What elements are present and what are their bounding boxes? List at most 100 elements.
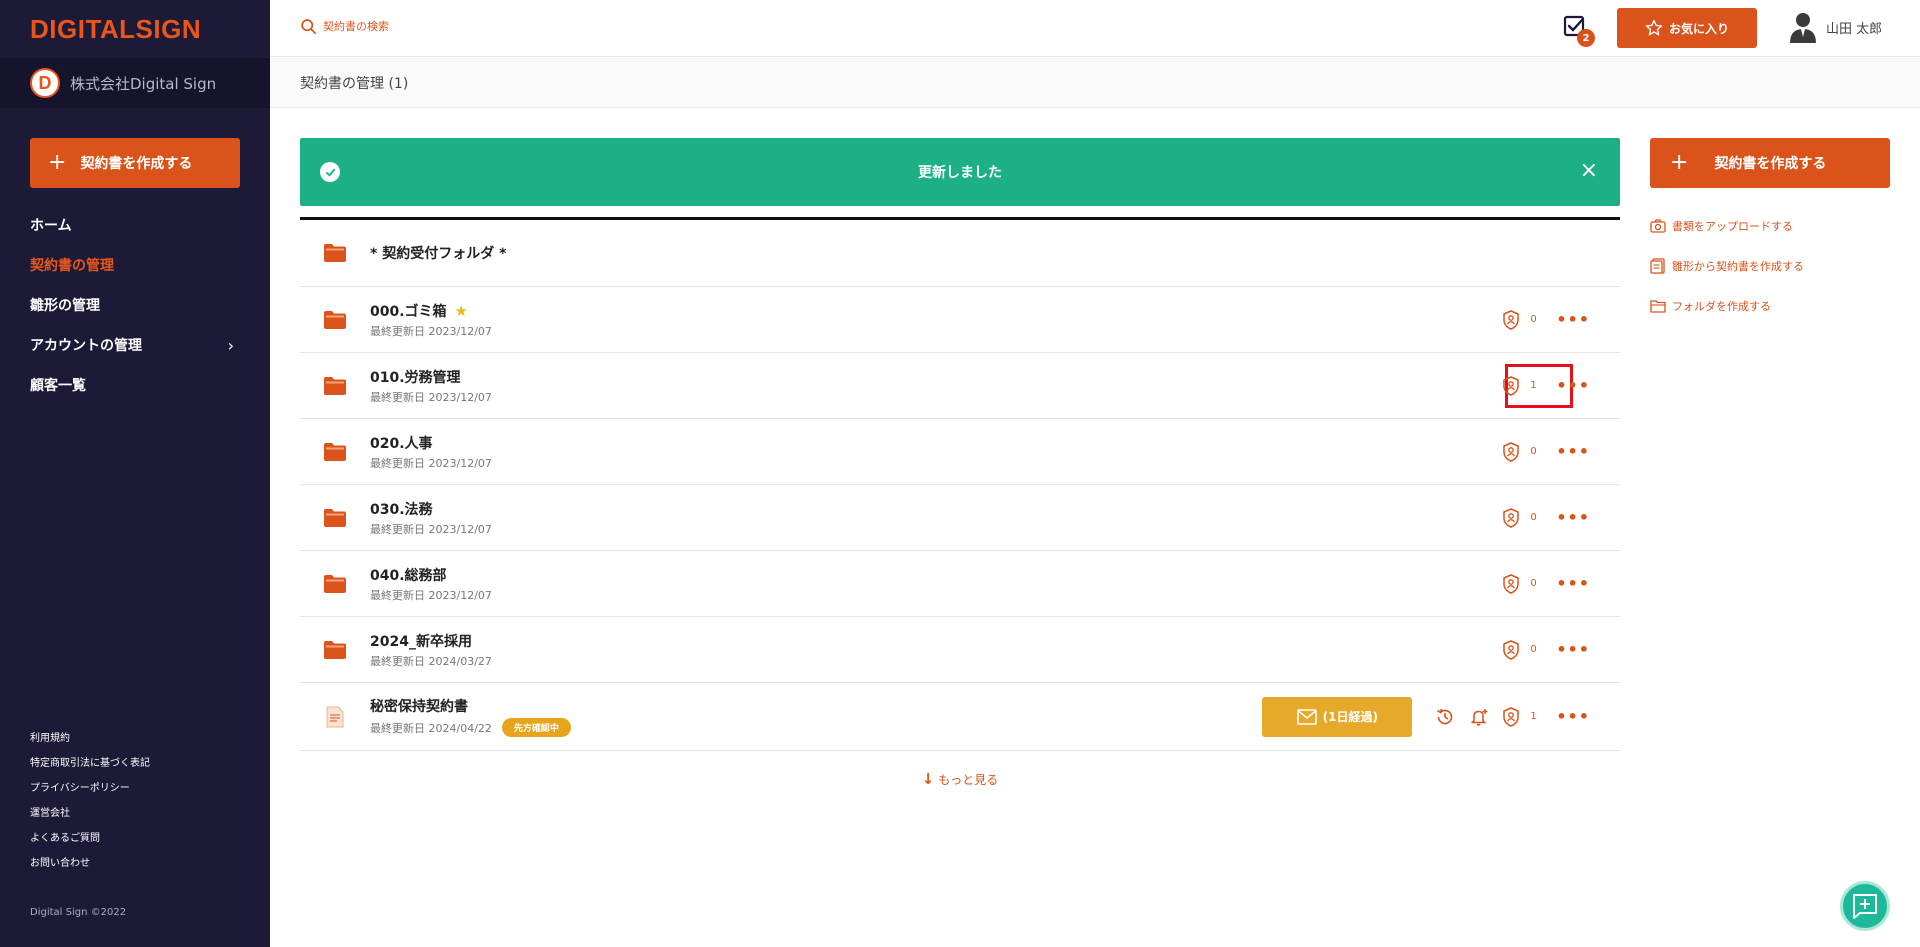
- permission-button[interactable]: 0: [1502, 573, 1538, 594]
- folder-updated-date: 最終更新日 2023/12/07: [370, 390, 492, 404]
- permission-button[interactable]: 0: [1502, 507, 1538, 528]
- folder-row[interactable]: 040.総務部 最終更新日 2023/12/07 0 •••: [300, 551, 1620, 617]
- row-actions: 0 •••: [1502, 639, 1590, 660]
- sidebar-nav: ホーム 契約書の管理 雛形の管理 アカウントの管理 › 顧客一覧: [30, 205, 240, 405]
- permission-count: 1: [1530, 711, 1537, 722]
- folder-row[interactable]: 030.法務 最終更新日 2023/12/07 0 •••: [300, 485, 1620, 551]
- favorites-button[interactable]: お気に入り: [1617, 8, 1757, 48]
- document-name: 秘密保持契約書: [370, 699, 468, 715]
- favorites-label: お気に入り: [1668, 21, 1729, 36]
- row-actions: 0 •••: [1502, 507, 1590, 528]
- folder-name: 040.総務部: [370, 565, 492, 585]
- folder-list: * 契約受付フォルダ * 000.ゴミ箱 ★ 最終更新日 2023/12/07 0…: [300, 217, 1620, 751]
- shield-user-icon: [1503, 507, 1520, 528]
- folder-row[interactable]: 2024_新卒採用 最終更新日 2024/03/27 0 •••: [300, 617, 1620, 683]
- folder-name-text: 040.総務部: [370, 567, 447, 584]
- permission-count: 0: [1530, 512, 1537, 523]
- footer-link-privacy[interactable]: プライバシーポリシー: [30, 774, 150, 799]
- document-updated-date: 最終更新日 2024/04/22: [370, 721, 492, 735]
- folder-icon: [324, 508, 346, 527]
- document-icon: [326, 706, 344, 727]
- row-text: 030.法務 最終更新日 2023/12/07: [370, 499, 492, 537]
- sidebar-item-home[interactable]: ホーム: [30, 205, 240, 245]
- more-menu-icon[interactable]: •••: [1556, 509, 1590, 526]
- search-input[interactable]: [323, 20, 623, 33]
- sidebar-item-label: ホーム: [30, 218, 72, 234]
- sidebar-item-label: 雛形の管理: [30, 298, 100, 314]
- folder-name-text: 010.労務管理: [370, 369, 461, 386]
- shield-user-icon: [1503, 309, 1520, 330]
- footer-links: 利用規約 特定商取引法に基づく表記 プライバシーポリシー 運営会社 よくあるご質…: [30, 724, 150, 874]
- more-menu-icon[interactable]: •••: [1556, 641, 1590, 658]
- row-actions: 1 •••: [1502, 375, 1590, 396]
- history-button[interactable]: [1434, 706, 1456, 728]
- chat-support-button[interactable]: [1840, 881, 1890, 931]
- document-meta: 最終更新日 2024/04/22 先方確認中: [370, 718, 571, 737]
- permission-button[interactable]: 1: [1502, 706, 1538, 727]
- shield-user-icon: [1503, 375, 1520, 396]
- breadcrumb: 契約書の管理 (1): [270, 58, 1920, 108]
- close-icon[interactable]: ×: [1580, 158, 1598, 183]
- sidebar-item-label: アカウントの管理: [30, 338, 142, 354]
- footer-link-contact[interactable]: お問い合わせ: [30, 849, 150, 874]
- sidebar-create-contract-button[interactable]: + 契約書を作成する: [30, 138, 240, 188]
- folder-row[interactable]: 010.労務管理 最終更新日 2023/12/07 1 •••: [300, 353, 1620, 419]
- footer-link-commerce-law[interactable]: 特定商取引法に基づく表記: [30, 749, 150, 774]
- more-menu-icon[interactable]: •••: [1556, 708, 1590, 725]
- folder-row[interactable]: * 契約受付フォルダ *: [300, 220, 1620, 287]
- folder-name-text: 2024_新卒採用: [370, 633, 472, 650]
- sidebar-item-accounts[interactable]: アカウントの管理 ›: [30, 325, 240, 365]
- folder-icon: [324, 442, 346, 461]
- folder-name: 010.労務管理: [370, 367, 492, 387]
- upload-document-link[interactable]: 書類をアップロードする: [1650, 206, 1804, 246]
- footer-link-company[interactable]: 運営会社: [30, 799, 150, 824]
- permission-button[interactable]: 0: [1502, 309, 1538, 330]
- sidebar-item-templates[interactable]: 雛形の管理: [30, 285, 240, 325]
- reminder-mail-button[interactable]: (1日経過): [1262, 696, 1413, 737]
- more-menu-icon[interactable]: •••: [1556, 311, 1590, 328]
- permission-button[interactable]: 0: [1502, 639, 1538, 660]
- company-switcher[interactable]: D 株式会社Digital Sign: [0, 58, 270, 108]
- show-more-link[interactable]: ↓ もっと見る: [300, 770, 1620, 788]
- folder-row[interactable]: 000.ゴミ箱 ★ 最終更新日 2023/12/07 0 •••: [300, 287, 1620, 353]
- copyright: Digital Sign ©2022: [30, 907, 127, 918]
- show-more-label: もっと見る: [938, 773, 999, 787]
- permission-count: 1: [1530, 380, 1537, 391]
- permission-button[interactable]: 0: [1502, 441, 1538, 462]
- folder-row[interactable]: 020.人事 最終更新日 2023/12/07 0 •••: [300, 419, 1620, 485]
- bell-plus-icon: [1471, 708, 1488, 726]
- sidebar-item-label: 顧客一覧: [30, 378, 86, 394]
- folder-icon: [324, 376, 346, 395]
- more-menu-icon[interactable]: •••: [1556, 377, 1590, 394]
- app-root: DIGITALSIGN D 株式会社Digital Sign + 契約書を作成す…: [0, 0, 1920, 947]
- task-list-button[interactable]: 2: [1563, 15, 1595, 47]
- more-menu-icon[interactable]: •••: [1556, 443, 1590, 460]
- create-from-template-link[interactable]: 雛形から契約書を作成する: [1650, 246, 1804, 286]
- company-avatar: D: [30, 68, 60, 98]
- create-contract-button[interactable]: + 契約書を作成する: [1650, 138, 1890, 188]
- sidebar: DIGITALSIGN D 株式会社Digital Sign + 契約書を作成す…: [0, 0, 270, 947]
- folder-icon: [324, 574, 346, 593]
- logo[interactable]: DIGITALSIGN: [30, 14, 201, 44]
- row-actions: 0 •••: [1502, 309, 1590, 330]
- footer-link-faq[interactable]: よくあるご質問: [30, 824, 150, 849]
- row-text: 2024_新卒採用 最終更新日 2024/03/27: [370, 631, 492, 669]
- user-menu[interactable]: 山田 太郎: [1788, 11, 1882, 43]
- more-menu-icon[interactable]: •••: [1556, 575, 1590, 592]
- sidebar-item-customers[interactable]: 顧客一覧: [30, 365, 240, 405]
- sidebar-item-contracts[interactable]: 契約書の管理: [30, 245, 240, 285]
- create-from-template-label: 雛形から契約書を作成する: [1672, 260, 1804, 273]
- create-folder-link[interactable]: フォルダを作成する: [1650, 286, 1804, 326]
- folder-updated-date: 最終更新日 2023/12/07: [370, 522, 492, 536]
- chat-plus-icon: [1853, 894, 1877, 919]
- star-icon[interactable]: ★: [455, 302, 468, 320]
- row-text: 040.総務部 最終更新日 2023/12/07: [370, 565, 492, 603]
- row-text: 020.人事 最終更新日 2023/12/07: [370, 433, 492, 471]
- document-row[interactable]: 秘密保持契約書 最終更新日 2024/04/22 先方確認中 (1日経過) 1 …: [300, 683, 1620, 751]
- add-notification-button[interactable]: [1468, 706, 1490, 728]
- footer-link-terms[interactable]: 利用規約: [30, 724, 150, 749]
- camera-icon: [1650, 219, 1666, 233]
- user-name: 山田 太郎: [1826, 21, 1883, 37]
- permission-button[interactable]: 1: [1502, 375, 1538, 396]
- avatar-icon: [1790, 13, 1816, 43]
